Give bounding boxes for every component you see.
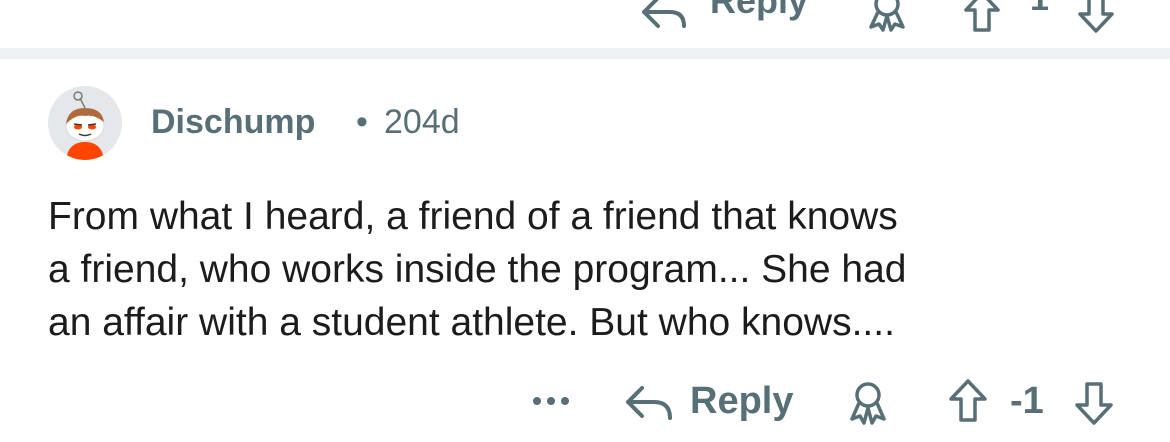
award-button[interactable] xyxy=(846,380,890,426)
reply-button[interactable]: Reply xyxy=(624,378,804,428)
more-icon xyxy=(533,397,569,405)
comment-age: 204d xyxy=(384,103,460,141)
comment-thread: Reply 1 xyxy=(0,0,1170,442)
upvote-arrow-icon[interactable] xyxy=(962,0,1002,34)
award-icon[interactable] xyxy=(866,0,908,32)
downvote-button[interactable] xyxy=(1074,380,1114,426)
vote-count: 1 xyxy=(1030,0,1049,19)
previous-comment-actions: Reply 1 xyxy=(0,0,1170,48)
more-icon[interactable] xyxy=(548,0,588,2)
award-icon xyxy=(850,382,886,425)
comment-body: From what I heard, a friend of a friend … xyxy=(48,195,907,344)
reply-button-label[interactable]: Reply xyxy=(710,0,808,22)
avatar[interactable] xyxy=(48,86,122,160)
meta-separator: • xyxy=(356,103,368,141)
upvote-button[interactable] xyxy=(948,378,988,424)
downvote-arrow-icon xyxy=(1075,382,1113,425)
vote-score: -1 xyxy=(1010,380,1044,422)
upvote-arrow-icon xyxy=(949,379,987,422)
comment-divider xyxy=(0,48,1170,59)
reply-arrow-icon[interactable] xyxy=(640,0,688,32)
author-username[interactable]: Dischump xyxy=(151,103,315,142)
reply-arrow-icon xyxy=(624,384,674,424)
more-options-button[interactable] xyxy=(530,388,574,414)
downvote-arrow-icon[interactable] xyxy=(1076,0,1116,34)
reply-button-label: Reply xyxy=(690,380,794,422)
